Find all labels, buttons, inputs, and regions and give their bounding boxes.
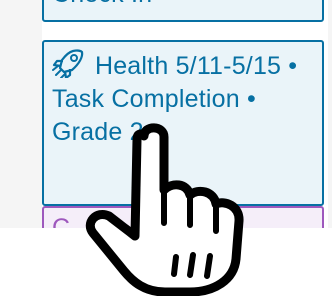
calendar-event-previous[interactable]: Check In: [42, 0, 324, 22]
calendar-left-gutter: [0, 0, 42, 228]
calendar-right-gutter: [328, 0, 332, 228]
calendar-event-previous-title: Check In: [52, 0, 152, 8]
calendar-event-next-title: C: [52, 214, 71, 228]
rocket-icon: [52, 49, 95, 80]
calendar-screen: Check In Health 5/11-5/15 • Task Complet…: [0, 0, 332, 296]
pointing-hand-cursor-icon: [85, 123, 244, 296]
